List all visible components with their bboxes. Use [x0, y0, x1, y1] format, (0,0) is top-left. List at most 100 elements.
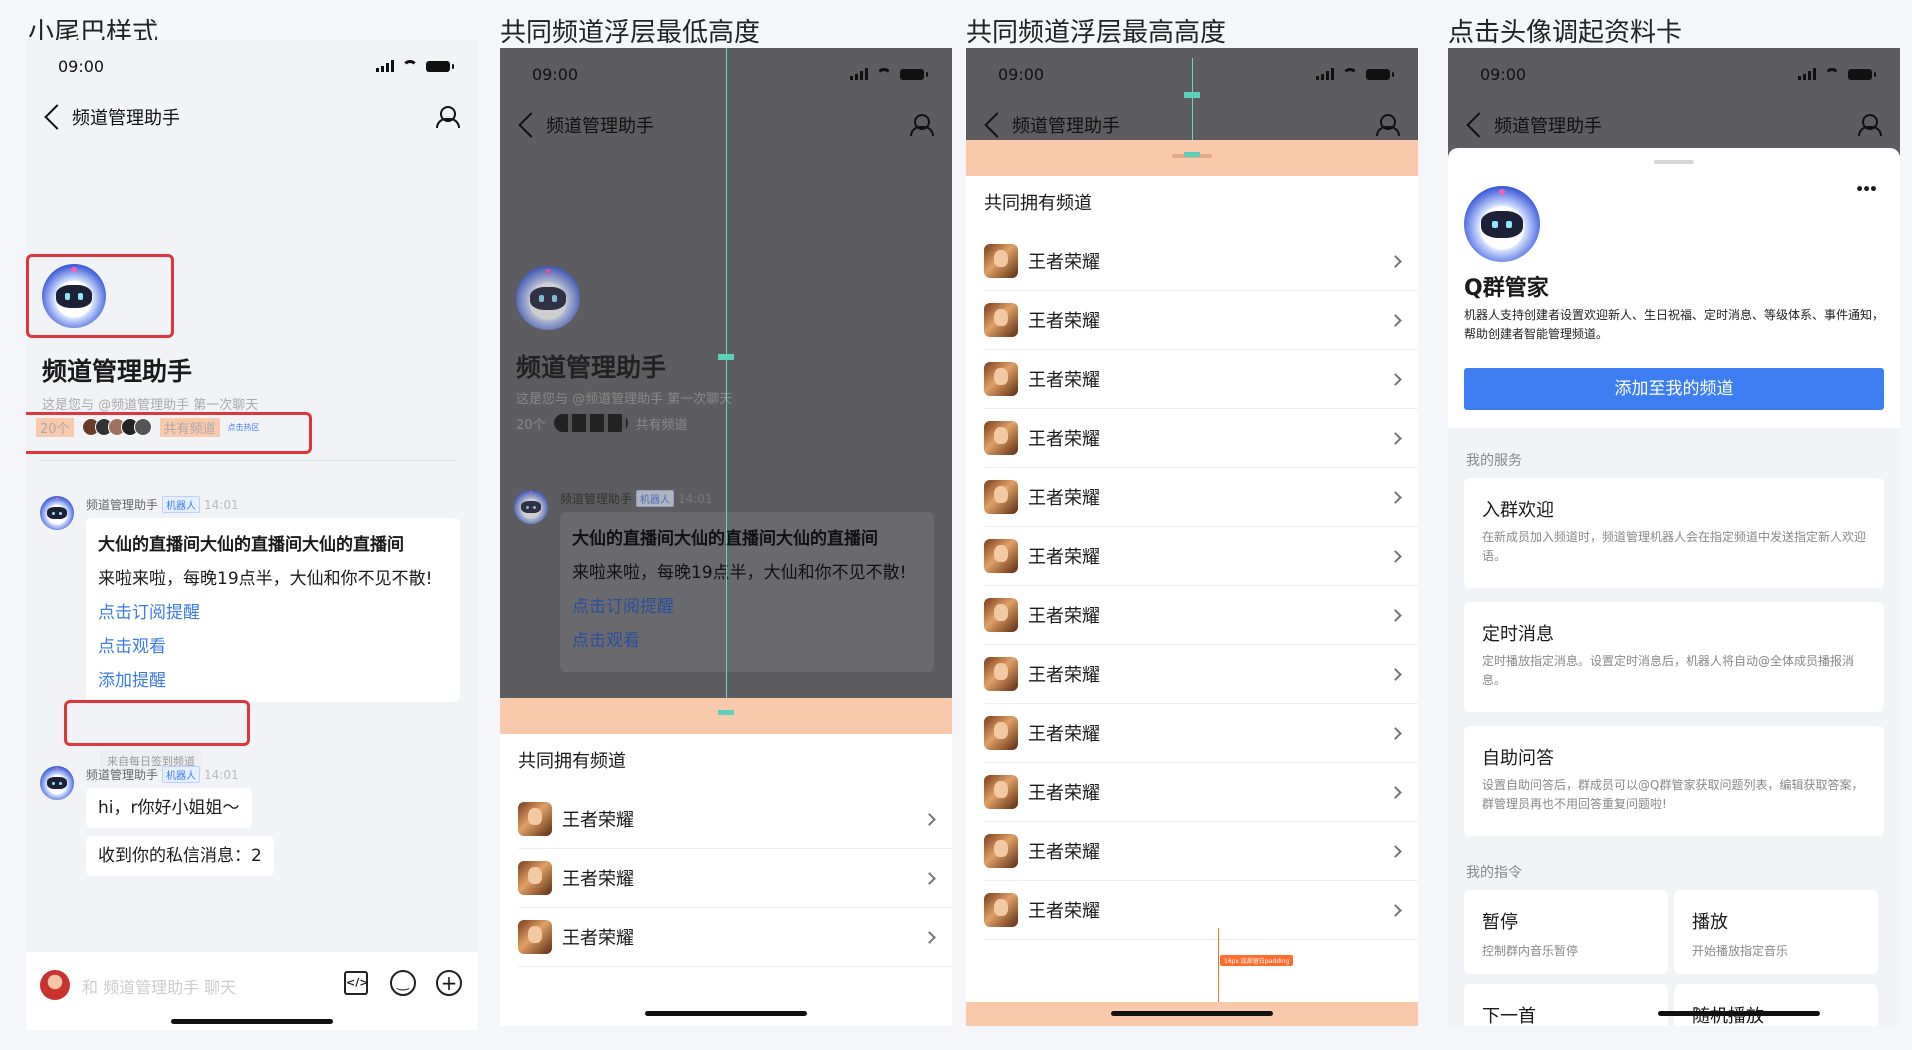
chevron-right-icon	[1389, 785, 1402, 799]
chat-input[interactable]: 和 频道管理助手 聊天	[82, 974, 236, 998]
sender-name: 频道管理助手	[86, 768, 159, 782]
sheet-grabber[interactable]	[1654, 160, 1694, 164]
channel-icon	[984, 303, 1018, 337]
back-icon[interactable]	[44, 104, 70, 130]
back-icon[interactable]	[984, 112, 1010, 138]
profile-icon[interactable]	[1376, 114, 1400, 136]
service-card[interactable]: 入群欢迎 在新成员加入频道时，频道管理机器人会在指定频道中发送指定新人欢迎语。	[1464, 478, 1884, 588]
channel-icon	[518, 861, 552, 895]
channel-icon	[984, 716, 1018, 750]
service-title: 定时消息	[1482, 624, 1554, 645]
channel-row[interactable]: 王者荣耀	[518, 790, 952, 849]
panel-title-min-height: 共同频道浮层最低高度	[500, 18, 761, 48]
bot-avatar-small[interactable]	[40, 766, 74, 800]
back-icon[interactable]	[1466, 112, 1492, 138]
battery-icon	[426, 60, 454, 72]
channel-name: 王者荣耀	[1028, 842, 1100, 863]
bot-avatar-small[interactable]	[40, 496, 74, 530]
channel-icon	[984, 657, 1018, 691]
divider	[40, 460, 458, 461]
sheet-grabber-area[interactable]	[500, 698, 952, 734]
nav-bar: 频道管理助手	[1448, 100, 1900, 150]
nav-bar: 频道管理助手	[26, 92, 478, 142]
profile-icon[interactable]	[1858, 114, 1882, 136]
services-label: 我的服务	[1466, 453, 1522, 469]
channel-name: 王者荣耀	[1028, 370, 1100, 391]
channel-row[interactable]: 王者荣耀	[984, 645, 1418, 704]
channel-name: 王者荣耀	[1028, 724, 1100, 745]
channel-row[interactable]: 王者荣耀	[984, 232, 1418, 291]
padding-note: 16px 底部留白padding	[1220, 955, 1294, 966]
command-card[interactable]: 暂停 控制群内音乐暂停	[1464, 890, 1668, 974]
channel-icon	[984, 539, 1018, 573]
status-time: 09:00	[1480, 64, 1527, 84]
signal-icon	[850, 68, 868, 80]
chevron-right-icon	[1389, 490, 1402, 504]
channel-row[interactable]: 王者荣耀	[984, 350, 1418, 409]
chevron-right-icon	[923, 930, 936, 944]
phone-sheet-min: 09:00 频道管理助手 频道管理助手 这是您与 @频道管理助手 第一次聊天 2…	[500, 48, 952, 1026]
bot-tag: 机器人	[162, 496, 201, 513]
channel-name: 王者荣耀	[1028, 665, 1100, 686]
channel-icon	[984, 775, 1018, 809]
command-card[interactable]: 下一首	[1464, 984, 1668, 1026]
service-card[interactable]: 定时消息 定时播放指定消息。设置定时消息后，机器人将自动@全体成员播报消息。	[1464, 602, 1884, 712]
user-avatar	[40, 970, 70, 1000]
command-title: 暂停	[1482, 912, 1518, 933]
chevron-right-icon	[1389, 431, 1402, 445]
channel-row[interactable]: 王者荣耀	[984, 881, 1418, 940]
channel-row[interactable]: 王者荣耀	[984, 704, 1418, 763]
channel-row[interactable]: 王者荣耀	[518, 849, 952, 908]
status-time: 09:00	[58, 56, 105, 76]
command-card[interactable]: 随机播放	[1674, 984, 1878, 1026]
add-reminder-link[interactable]: 添加提醒	[98, 664, 448, 698]
guide-marker	[1184, 92, 1200, 98]
channel-name: 王者荣耀	[562, 869, 634, 890]
padding-guide	[1218, 928, 1219, 1002]
channel-row[interactable]: 王者荣耀	[984, 586, 1418, 645]
profile-intro: 这是您与 @频道管理助手 第一次聊天	[516, 392, 733, 407]
command-card[interactable]: 播放 开始播放指定音乐	[1674, 890, 1878, 974]
nav-title: 频道管理助手	[72, 108, 180, 129]
command-title: 下一首	[1482, 1006, 1536, 1026]
design-board: 小尾巴样式 共同频道浮层最低高度 共同频道浮层最高高度 点击头像调起资料卡 09…	[0, 0, 1912, 1050]
service-card[interactable]: 自助问答 设置自助问答后，群成员可以@Q群管家获取问题列表，编辑获取答案，群管理员…	[1464, 726, 1884, 836]
commands-label: 我的指令	[1466, 865, 1522, 881]
subscribe-link[interactable]: 点击订阅提醒	[98, 596, 448, 630]
channel-row[interactable]: 王者荣耀	[984, 763, 1418, 822]
channel-row[interactable]: 王者荣耀	[984, 291, 1418, 350]
channel-list: 王者荣耀 王者荣耀 王者荣耀 王者荣耀 王者荣耀 王者荣耀 王者荣耀 王者荣耀 王者荣耀 王者荣耀…	[966, 232, 1418, 940]
plus-icon[interactable]: +	[436, 970, 462, 996]
sheet-grabber-area[interactable]	[966, 140, 1418, 176]
channel-row[interactable]: 王者荣耀	[984, 409, 1418, 468]
home-indicator	[645, 1011, 807, 1016]
channel-row[interactable]: 王者荣耀	[984, 822, 1418, 881]
signal-icon	[376, 60, 394, 72]
channel-row[interactable]: 王者荣耀	[984, 527, 1418, 586]
channel-name: 王者荣耀	[562, 928, 634, 949]
channel-name: 王者荣耀	[1028, 606, 1100, 627]
shared-channels-sheet: 共同拥有频道 王者荣耀 王者荣耀 王者荣耀	[500, 698, 952, 1026]
message-bubble-short: 收到你的私信消息：2	[86, 836, 274, 876]
bot-tag: 机器人	[162, 766, 201, 783]
battery-icon	[1366, 68, 1394, 80]
profile-name: 频道管理助手	[42, 357, 193, 386]
profile-icon[interactable]	[436, 106, 460, 128]
code-icon[interactable]: </>	[344, 971, 368, 995]
more-icon[interactable]: •••	[1855, 182, 1878, 198]
back-icon[interactable]	[518, 112, 544, 138]
channel-row[interactable]: 王者荣耀	[984, 468, 1418, 527]
profile-card-header: ••• Q群管家 机器人支持创建者设置欢迎新人、生日祝福、定时消息、等级体系、事…	[1448, 148, 1900, 428]
channel-row[interactable]: 王者荣耀	[518, 908, 952, 967]
wifi-icon	[1824, 68, 1840, 80]
profile-icon[interactable]	[910, 114, 934, 136]
panel-title-profile-card: 点击头像调起资料卡	[1448, 18, 1683, 48]
chevron-right-icon	[923, 871, 936, 885]
watch-link[interactable]: 点击观看	[98, 630, 448, 664]
add-to-channel-button[interactable]: 添加至我的频道	[1464, 368, 1884, 410]
message-text: 来啦来啦，每晚19点半，大仙和你不见不散!	[98, 569, 433, 589]
message-title: 大仙的直播间大仙的直播间大仙的直播间	[98, 535, 404, 555]
emoji-icon[interactable]: ‿	[390, 970, 416, 996]
home-indicator	[1658, 1011, 1820, 1016]
sheet-title: 共同拥有频道	[518, 751, 626, 772]
